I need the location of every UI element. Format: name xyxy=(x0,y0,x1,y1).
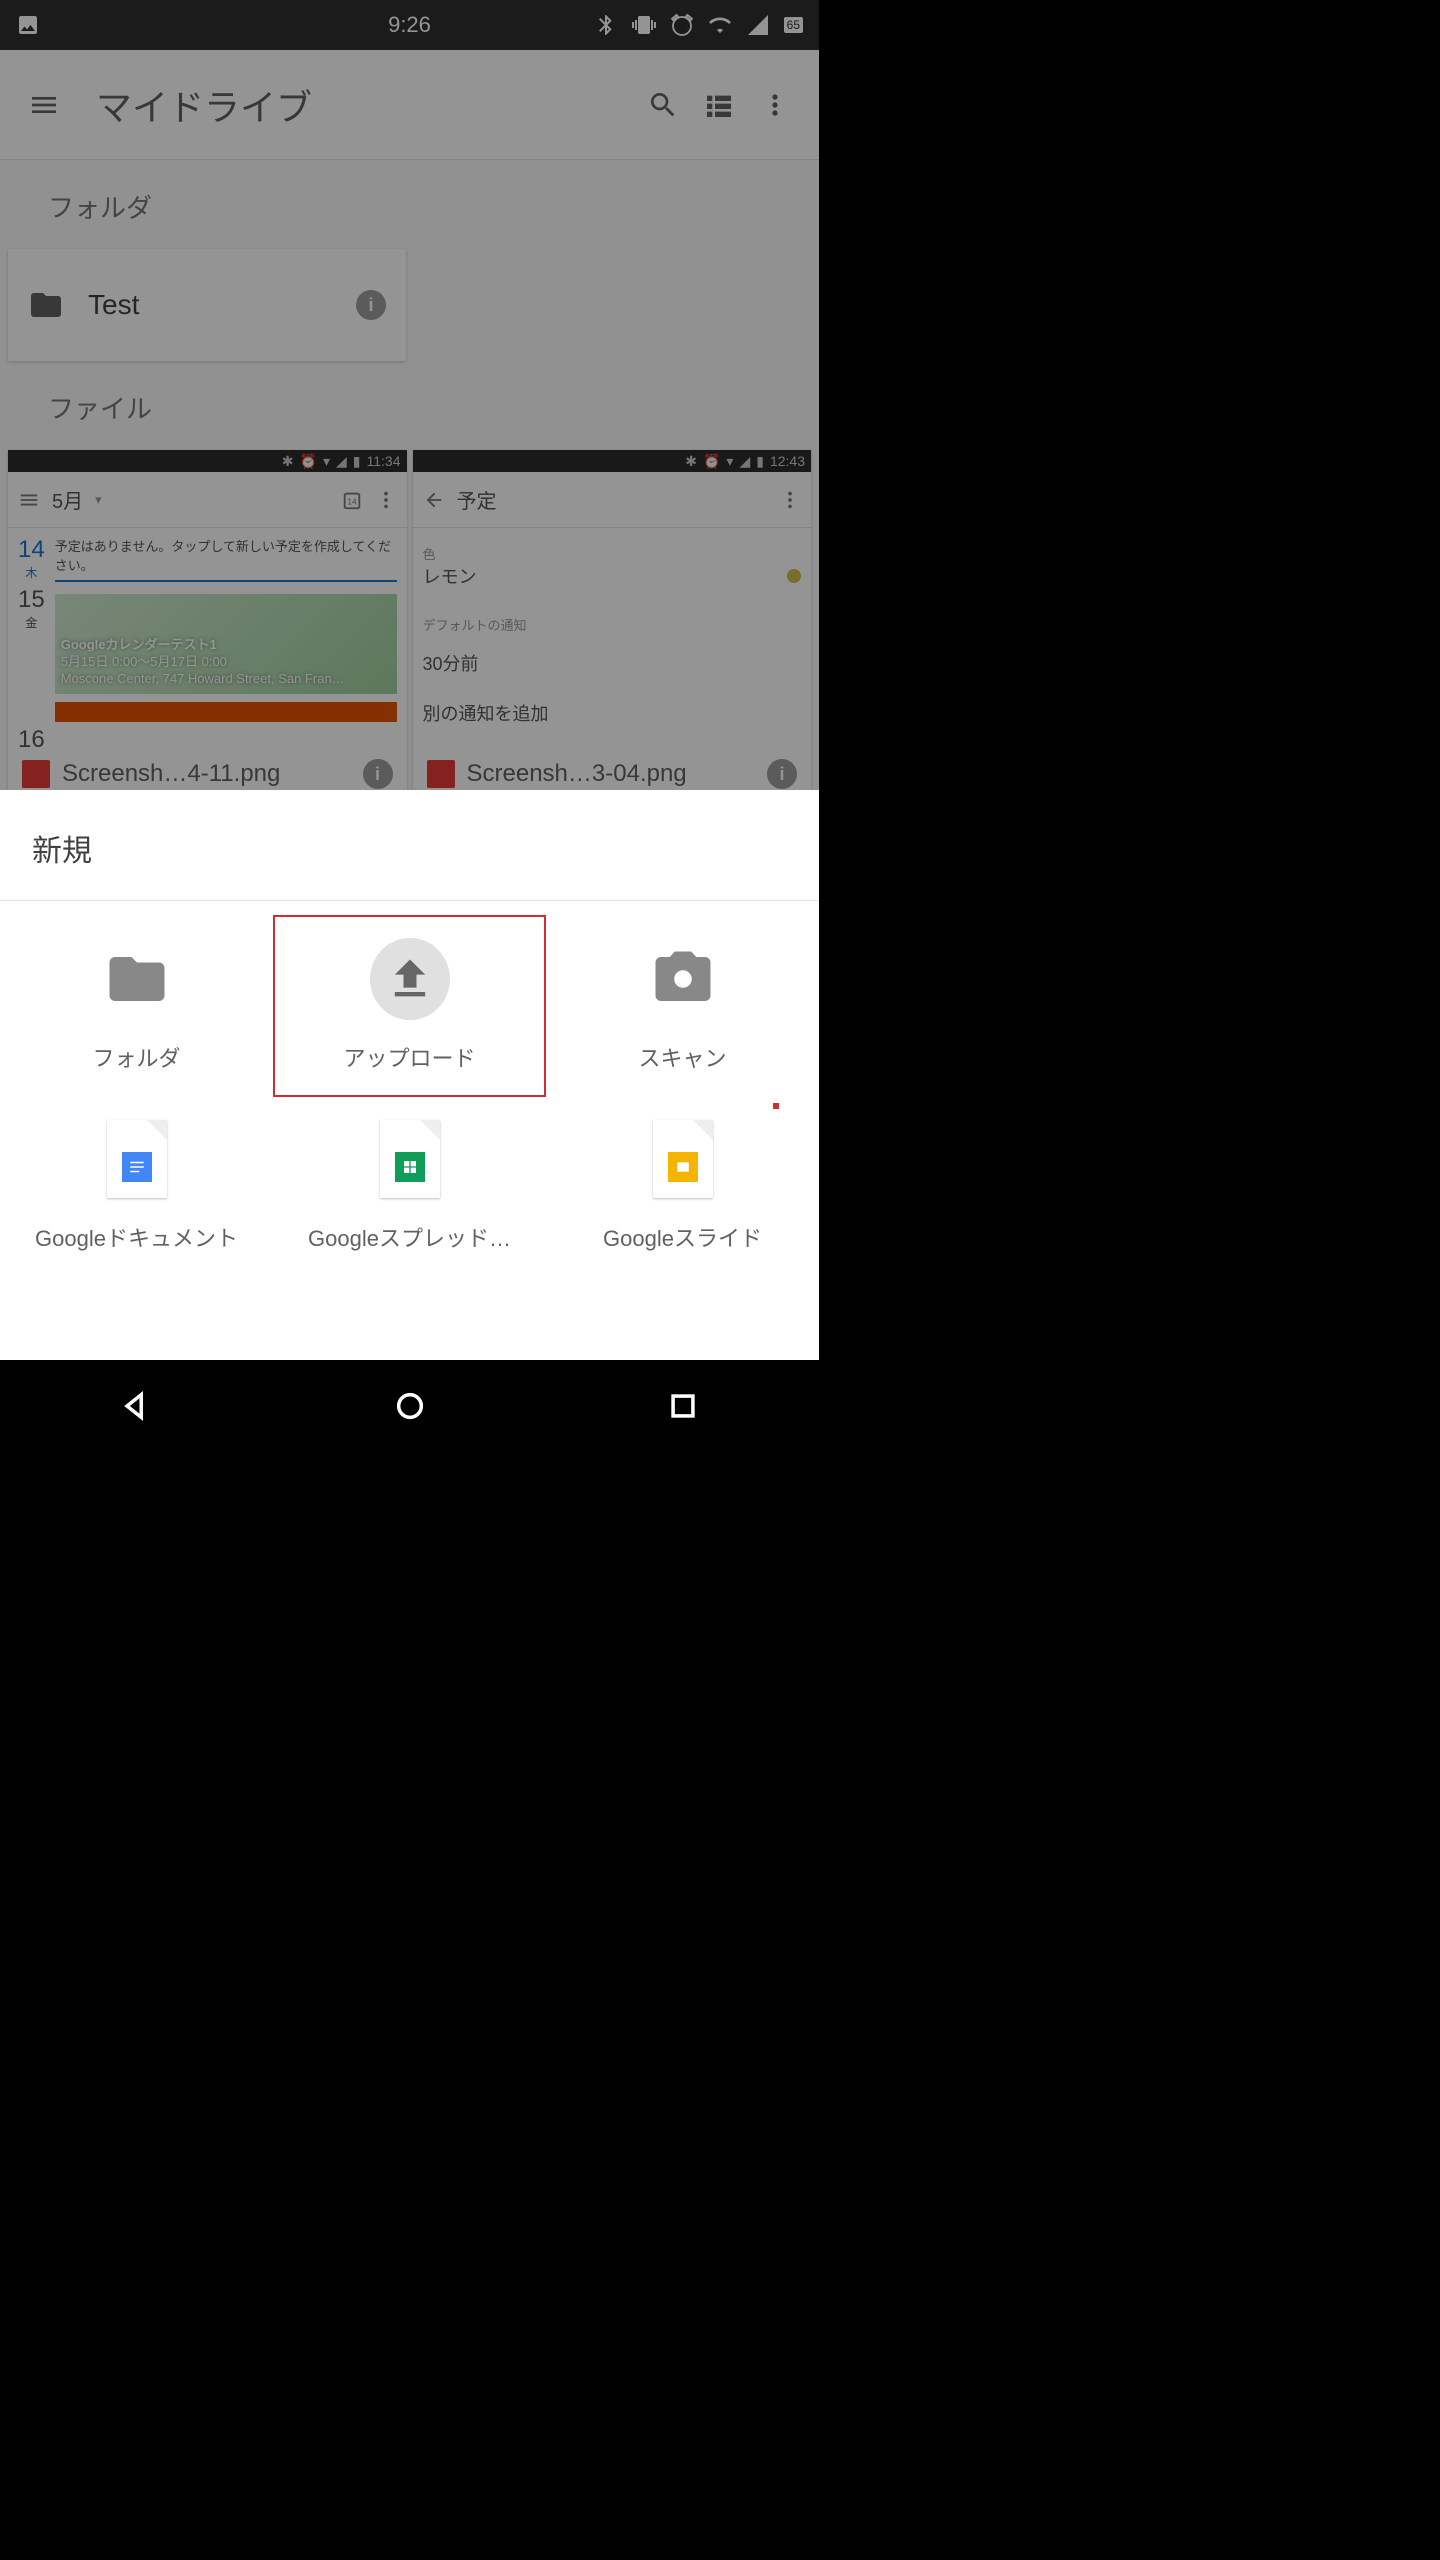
new-slides-button[interactable]: Googleスライド xyxy=(546,1097,819,1275)
nav-back-button[interactable] xyxy=(120,1389,154,1428)
back-icon xyxy=(120,1389,154,1423)
nav-recent-button[interactable] xyxy=(666,1389,700,1428)
item-label: スキャン xyxy=(638,1041,726,1073)
scan-button[interactable]: スキャン xyxy=(546,915,819,1097)
item-label: Googleドキュメント xyxy=(35,1221,238,1253)
sheet-title: 新規 xyxy=(0,814,819,900)
recent-icon xyxy=(666,1389,700,1423)
home-icon xyxy=(393,1389,427,1423)
new-docs-button[interactable]: Googleドキュメント xyxy=(0,1097,273,1275)
folder-icon xyxy=(98,946,176,1012)
item-label: Googleスプレッド… xyxy=(308,1221,511,1253)
bottom-sheet-new: 新規 フォルダ アップロード スキャン Googleドキュメント Googleス… xyxy=(0,790,819,1360)
item-label: Googleスライド xyxy=(603,1221,762,1253)
upload-icon xyxy=(384,953,436,1005)
camera-icon xyxy=(643,946,723,1012)
new-sheets-button[interactable]: Googleスプレッド… xyxy=(273,1097,546,1275)
navigation-bar xyxy=(0,1360,819,1456)
badge-dot xyxy=(773,1103,779,1109)
item-label: フォルダ xyxy=(92,1041,180,1073)
nav-home-button[interactable] xyxy=(393,1389,427,1428)
item-label: アップロード xyxy=(343,1041,475,1073)
screen: 9:26 65 マイドライブ フォルダ Test i xyxy=(0,0,819,1360)
upload-button[interactable]: アップロード xyxy=(273,915,546,1097)
new-folder-button[interactable]: フォルダ xyxy=(0,915,273,1097)
